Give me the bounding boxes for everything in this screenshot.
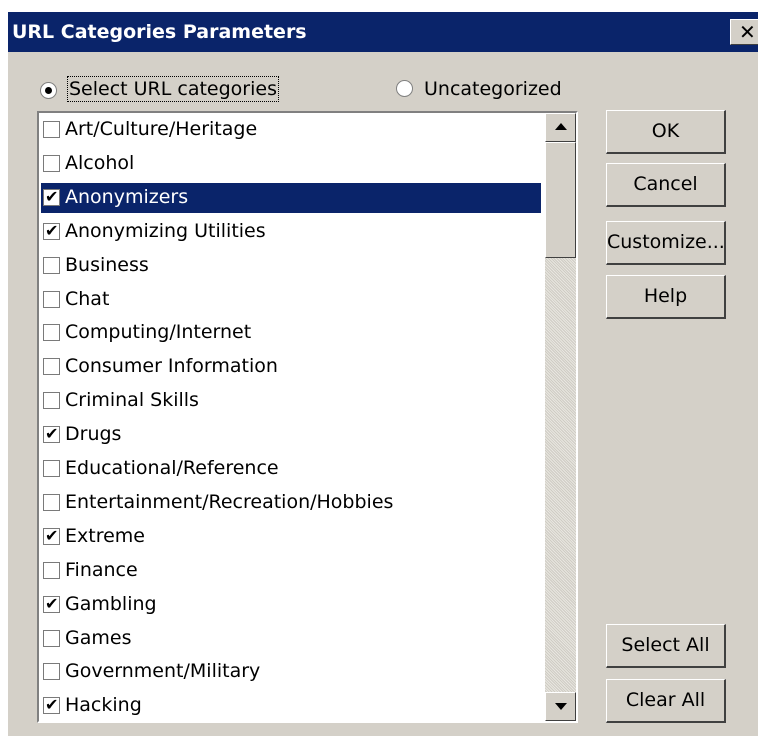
list-item[interactable]: ✔ Drugs bbox=[41, 420, 541, 450]
category-checkbox[interactable] bbox=[43, 561, 60, 579]
category-checkbox[interactable] bbox=[43, 460, 60, 477]
category-list-items: Art/Culture/Heritage Alcohol ✔ Anonymizers ✔… bbox=[39, 113, 545, 721]
list-item[interactable]: Educational/Reference bbox=[41, 454, 541, 484]
category-checkbox[interactable] bbox=[43, 324, 60, 342]
checkmark-icon: ✔ bbox=[45, 186, 59, 206]
checkmark-icon: ✔ bbox=[45, 593, 59, 613]
category-checkbox[interactable] bbox=[43, 154, 60, 172]
cancel-button[interactable]: Cancel bbox=[606, 163, 726, 207]
close-button[interactable]: ✕ bbox=[730, 19, 758, 45]
category-checkbox[interactable] bbox=[43, 121, 60, 138]
list-item[interactable]: Entertainment/Recreation/Hobbies bbox=[41, 488, 541, 518]
category-checkbox[interactable] bbox=[43, 358, 60, 376]
list-item[interactable]: Business bbox=[41, 251, 541, 281]
close-icon: ✕ bbox=[739, 20, 756, 44]
category-checkbox[interactable]: ✔ bbox=[43, 424, 60, 444]
uncategorized-label[interactable]: Uncategorized bbox=[424, 78, 562, 100]
category-label: Gambling bbox=[65, 592, 157, 615]
scroll-down-button[interactable] bbox=[545, 692, 576, 721]
category-label: Alcohol bbox=[65, 151, 135, 174]
category-label: Drugs bbox=[65, 423, 122, 446]
category-label: Hacking bbox=[65, 694, 142, 717]
ok-button[interactable]: OK bbox=[606, 110, 726, 154]
list-item[interactable]: ✔ Gambling bbox=[41, 590, 541, 620]
category-label: Extreme bbox=[65, 524, 145, 547]
category-label: Finance bbox=[65, 558, 138, 581]
checkmark-icon: ✔ bbox=[45, 695, 59, 715]
list-item[interactable]: Art/Culture/Heritage bbox=[41, 115, 541, 145]
list-item[interactable]: Government/Military bbox=[41, 657, 541, 687]
category-label: Games bbox=[65, 626, 132, 649]
category-checkbox[interactable]: ✔ bbox=[43, 593, 60, 613]
list-item[interactable]: Games bbox=[41, 624, 541, 654]
checkmark-icon: ✔ bbox=[45, 220, 59, 240]
category-checkbox[interactable] bbox=[43, 256, 60, 274]
url-categories-dialog: URL Categories Parameters ✕ Select URL c… bbox=[8, 12, 758, 736]
list-item[interactable]: ✔ Anonymizers bbox=[41, 182, 541, 213]
list-item[interactable]: ✔ Hacking bbox=[41, 691, 541, 721]
category-list[interactable]: Art/Culture/Heritage Alcohol ✔ Anonymizers ✔… bbox=[37, 111, 578, 723]
category-label: Educational/Reference bbox=[65, 457, 279, 479]
select-url-categories-label[interactable]: Select URL categories bbox=[67, 76, 279, 102]
list-item[interactable]: Consumer Information bbox=[41, 352, 541, 382]
select-all-button[interactable]: Select All bbox=[606, 624, 726, 668]
category-label: Art/Culture/Heritage bbox=[65, 118, 258, 140]
clear-all-button[interactable]: Clear All bbox=[606, 679, 726, 723]
category-checkbox[interactable]: ✔ bbox=[43, 525, 60, 545]
category-label: Business bbox=[65, 253, 149, 276]
category-label: Government/Military bbox=[65, 660, 261, 683]
category-label: Computing/Internet bbox=[65, 321, 252, 344]
category-checkbox[interactable] bbox=[43, 663, 60, 681]
window-title: URL Categories Parameters bbox=[12, 21, 307, 43]
radio-selected-dot bbox=[45, 87, 52, 94]
category-label: Criminal Skills bbox=[65, 389, 199, 412]
list-item[interactable]: Chat bbox=[41, 285, 541, 315]
customize-button[interactable]: Customize... bbox=[606, 221, 726, 265]
list-item[interactable]: Alcohol bbox=[41, 149, 541, 179]
list-item[interactable]: Criminal Skills bbox=[41, 386, 541, 416]
category-checkbox[interactable]: ✔ bbox=[43, 186, 60, 206]
category-label: Consumer Information bbox=[65, 355, 278, 378]
radio-select-url-categories[interactable] bbox=[40, 82, 57, 99]
category-checkbox[interactable] bbox=[43, 629, 60, 647]
vertical-scrollbar[interactable] bbox=[545, 113, 576, 721]
scroll-up-button[interactable] bbox=[545, 113, 576, 142]
list-item[interactable]: ✔ Extreme bbox=[41, 522, 541, 552]
list-item[interactable]: Finance bbox=[41, 556, 541, 586]
list-item[interactable]: ✔ Anonymizing Utilities bbox=[41, 217, 541, 247]
scroll-thumb[interactable] bbox=[545, 142, 576, 258]
checkmark-icon: ✔ bbox=[45, 424, 59, 444]
help-button[interactable]: Help bbox=[606, 275, 726, 319]
list-item[interactable]: Computing/Internet bbox=[41, 318, 541, 348]
category-label: Anonymizing Utilities bbox=[65, 219, 266, 242]
category-label: Chat bbox=[65, 287, 110, 310]
category-checkbox[interactable] bbox=[43, 290, 60, 308]
category-label: Entertainment/Recreation/Hobbies bbox=[65, 490, 394, 513]
category-checkbox[interactable]: ✔ bbox=[43, 220, 60, 240]
category-checkbox[interactable] bbox=[43, 493, 60, 511]
radio-uncategorized[interactable] bbox=[396, 80, 413, 97]
title-bar: URL Categories Parameters ✕ bbox=[8, 12, 758, 52]
checkmark-icon: ✔ bbox=[45, 525, 59, 545]
category-checkbox[interactable]: ✔ bbox=[43, 695, 60, 715]
category-checkbox[interactable] bbox=[43, 392, 60, 410]
arrow-down-icon bbox=[555, 703, 567, 710]
category-label: Anonymizers bbox=[65, 185, 189, 208]
arrow-up-icon bbox=[555, 123, 567, 130]
